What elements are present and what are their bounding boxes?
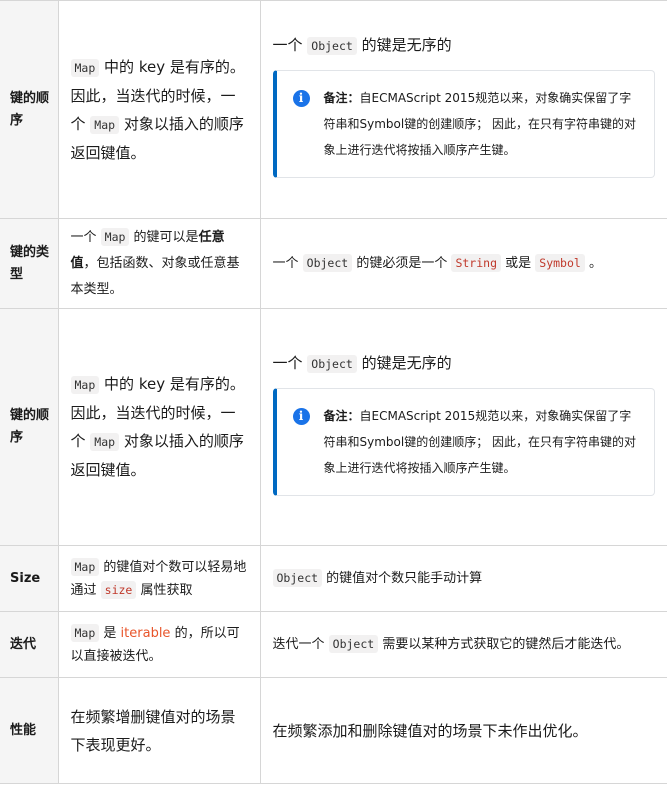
object-cell: 在频繁添加和删除键值对的场景下未作出优化。 bbox=[259, 677, 667, 784]
code-object: Object bbox=[272, 569, 323, 587]
code-object: Object bbox=[307, 354, 357, 373]
info-icon: i bbox=[292, 407, 310, 425]
note-callout: i 备注：自ECMAScript 2015规范以来，对象确实保留了字符串和Sym… bbox=[272, 387, 655, 496]
note-callout: i 备注：自ECMAScript 2015规范以来，对象确实保留了字符串和Sym… bbox=[272, 70, 655, 178]
table-row: 迭代 Map 是 iterable 的，所以可以直接被迭代。 迭代一个 Obje… bbox=[0, 611, 667, 678]
code-map: Map bbox=[70, 376, 100, 394]
code-map: Map bbox=[70, 58, 100, 77]
table-row: 键的类型 一个 Map 的键可以是任意值，包括函数、对象或任意基本类型。 一个 … bbox=[0, 218, 667, 309]
map-cell: Map 中的 key 是有序的。因此，当迭代的时候，一个 Map 对象以插入的顺… bbox=[57, 308, 261, 546]
comparison-table: 键的顺序 Map 中的 key 是有序的。因此，当迭代的时候，一个 Map 对象… bbox=[0, 0, 667, 784]
row-header: 键的类型 bbox=[0, 218, 59, 309]
code-size: size bbox=[100, 580, 137, 599]
map-cell: Map 的键值对个数可以轻易地通过 size 属性获取 bbox=[57, 545, 261, 612]
row-header: 键的顺序 bbox=[0, 308, 59, 546]
table-row: Size Map 的键值对个数可以轻易地通过 size 属性获取 Object … bbox=[0, 545, 667, 612]
row-header: 性能 bbox=[0, 677, 59, 784]
object-cell: 一个 Object 的键是无序的 i 备注：自ECMAScript 2015规范… bbox=[259, 308, 667, 546]
object-cell: Object 的键值对个数只能手动计算 bbox=[259, 545, 667, 612]
row-header: 键的顺序 bbox=[0, 0, 59, 219]
row-header: 迭代 bbox=[0, 611, 59, 678]
table-row: 键的顺序 Map 中的 key 是有序的。因此，当迭代的时候，一个 Map 对象… bbox=[0, 0, 667, 219]
code-map: Map bbox=[70, 623, 100, 642]
code-map: Map bbox=[70, 557, 100, 576]
code-object: Object bbox=[302, 254, 353, 272]
code-object: Object bbox=[307, 37, 357, 55]
object-cell: 迭代一个 Object 需要以某种方式获取它的键然后才能迭代。 bbox=[259, 611, 667, 678]
code-object: Object bbox=[328, 635, 379, 653]
code-map: Map bbox=[90, 115, 120, 134]
object-cell: 一个 Object 的键是无序的 i 备注：自ECMAScript 2015规范… bbox=[259, 0, 667, 219]
code-string: String bbox=[451, 254, 501, 272]
map-cell: 在频繁增删键值对的场景下表现更好。 bbox=[57, 677, 261, 784]
code-symbol: Symbol bbox=[535, 254, 585, 272]
row-header: Size bbox=[0, 545, 59, 612]
code-map: Map bbox=[90, 433, 120, 451]
table-row: 性能 在频繁增删键值对的场景下表现更好。 在频繁添加和删除键值对的场景下未作出优… bbox=[0, 677, 667, 784]
iterable-link[interactable]: iterable bbox=[121, 626, 171, 641]
map-cell: Map 中的 key 是有序的。因此，当迭代的时候，一个 Map 对象以插入的顺… bbox=[57, 0, 261, 219]
map-cell: 一个 Map 的键可以是任意值，包括函数、对象或任意基本类型。 bbox=[57, 218, 261, 309]
object-cell: 一个 Object 的键必须是一个 String 或是 Symbol 。 bbox=[259, 218, 667, 309]
info-icon: i bbox=[292, 90, 310, 107]
table-row: 键的顺序 Map 中的 key 是有序的。因此，当迭代的时候，一个 Map 对象… bbox=[0, 308, 667, 546]
map-cell: Map 是 iterable 的，所以可以直接被迭代。 bbox=[57, 611, 261, 678]
code-map: Map bbox=[100, 228, 130, 246]
